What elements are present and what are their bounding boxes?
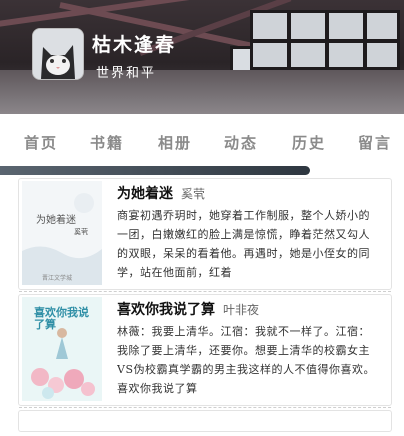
book-list: 为她着迷 奚茕 晋江文学城 为她着迷 奚茕 商宴初遇乔玥时，她穿着工作制服，整个人… [18,178,392,436]
cover-title: 喜欢你我说了算 [34,306,89,331]
book-card[interactable]: 喜欢你我说了算 喜欢你我说了算 叶非夜 林薇：我要上清华。江宿：我就不一样了。江宿… [18,294,392,408]
book-title[interactable]: 喜欢你我说了算 [117,302,215,318]
book-author[interactable]: 叶非夜 [223,303,259,317]
nav-guestbook[interactable]: 留言 [358,132,392,153]
book-description: 林薇：我要上清华。江宿：我就不一样了。江宿：我除了要上清华，还要你。想要上清华的… [117,325,375,395]
book-cover[interactable]: 为她着迷 奚茕 晋江文学城 [22,181,102,285]
avatar[interactable] [32,28,84,80]
divider [19,407,391,408]
book-title-row: 为她着迷 奚茕 [117,183,205,203]
book-card[interactable] [18,410,392,432]
site-subtitle: 世界和平 [96,66,157,81]
header-banner: 枯木逢春 世界和平 [0,0,404,114]
book-card[interactable]: 为她着迷 奚茕 晋江文学城 为她着迷 奚茕 商宴初遇乔玥时，她穿着工作制服，整个人… [18,178,392,292]
nav-history[interactable]: 历史 [292,132,326,153]
site-title: 枯木逢春 [92,34,177,56]
cat-avatar-icon [33,29,83,79]
book-cover-image [22,181,102,285]
nav-album[interactable]: 相册 [158,132,192,153]
cover-publisher: 晋江文学城 [42,275,73,282]
book-title[interactable]: 为她着迷 [117,186,173,202]
book-description: 商宴初遇乔玥时，她穿着工作制服，整个人娇小的一团，白嫩嫩红的脸上满是惊慌，睁着茫… [117,209,370,279]
book-author[interactable]: 奚茕 [181,187,205,201]
book-title-row: 喜欢你我说了算 叶非夜 [117,299,259,319]
nav-active-indicator [0,166,310,175]
cover-author: 奚茕 [74,228,88,236]
divider [19,291,391,292]
nav-home[interactable]: 首页 [24,132,58,153]
nav-books[interactable]: 书籍 [90,132,124,153]
main-nav: 首页 书籍 相册 动态 历史 留言 [0,114,404,166]
nav-updates[interactable]: 动态 [224,132,258,153]
book-cover[interactable]: 喜欢你我说了算 [22,297,102,401]
cover-title: 为她着迷 [36,215,76,226]
